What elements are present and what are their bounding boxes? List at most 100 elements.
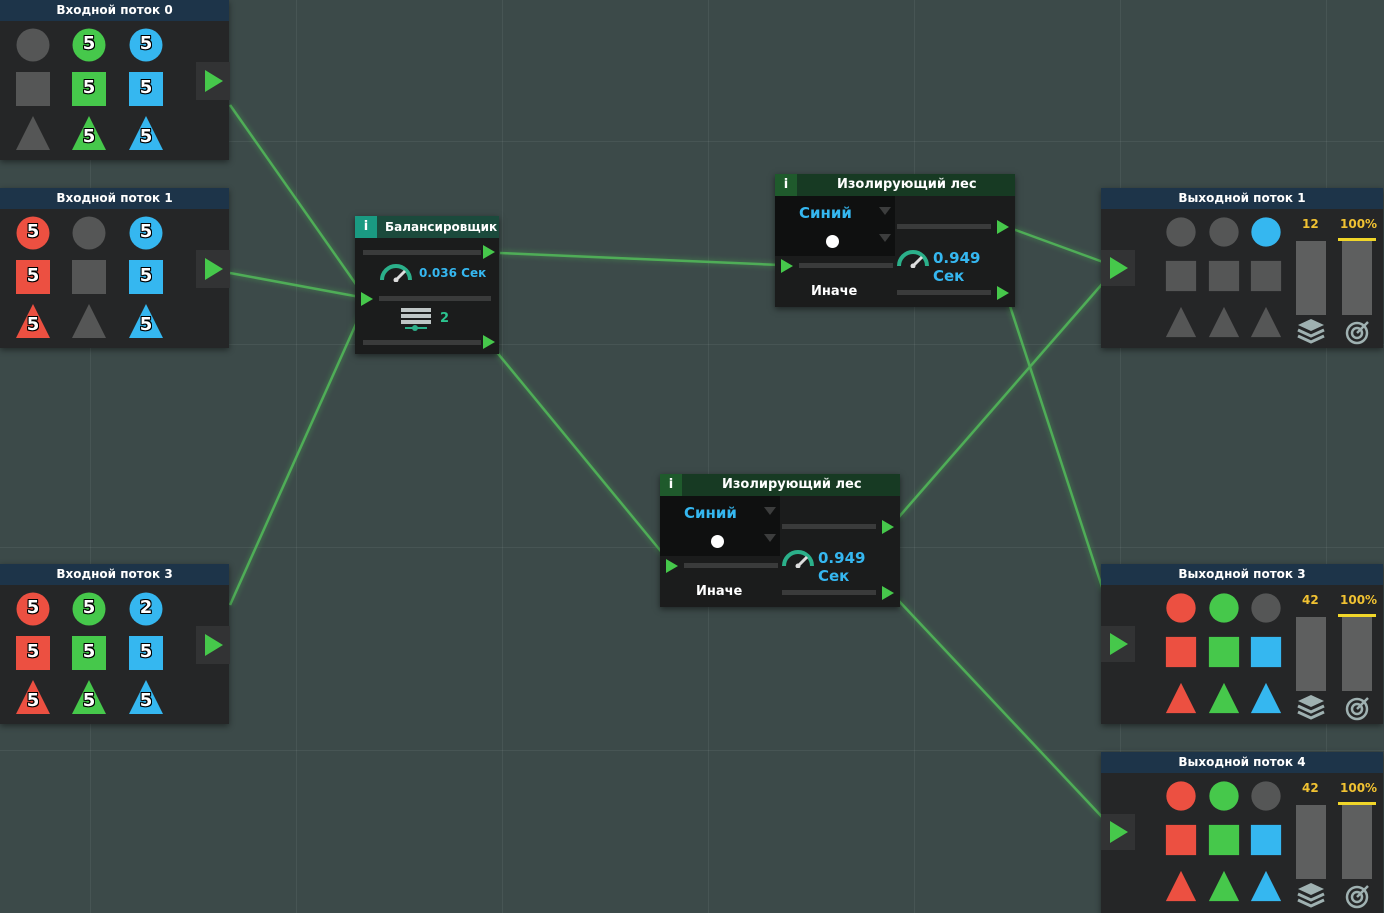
shape-blue-triangle[interactable]: 5: [128, 679, 164, 715]
shape-red-triangle[interactable]: [1165, 682, 1197, 714]
output-port[interactable]: [196, 62, 230, 100]
shape-green-square[interactable]: [1208, 824, 1240, 856]
shape-blue-triangle[interactable]: [1250, 682, 1282, 714]
shape-green-square[interactable]: [1208, 636, 1240, 668]
chevron-down-icon[interactable]: [764, 507, 776, 515]
filter-color-label: Синий: [684, 504, 737, 522]
filter-dropdown[interactable]: Синий: [775, 196, 895, 256]
target-icon[interactable]: [1345, 883, 1371, 909]
filter-color-label: Синий: [799, 204, 852, 222]
stack-layers-icon[interactable]: [1297, 882, 1325, 908]
shape-red-triangle[interactable]: 5: [15, 303, 51, 339]
shape-red-square[interactable]: 5: [15, 635, 51, 671]
output-stream-1[interactable]: Выходной поток 1 12 100%: [1101, 188, 1383, 348]
output-port[interactable]: [196, 626, 230, 664]
shape-green-triangle[interactable]: [1208, 870, 1240, 902]
info-icon[interactable]: i: [775, 174, 797, 196]
shape-blue-triangle[interactable]: 5: [128, 115, 164, 151]
shape-gray-triangle[interactable]: [15, 115, 51, 151]
shape-red-circle[interactable]: [1165, 780, 1197, 812]
shape-gray-circle[interactable]: [1250, 592, 1282, 624]
shape-blue-square[interactable]: [1250, 824, 1282, 856]
shape-gray-square[interactable]: [15, 71, 51, 107]
shape-green-square[interactable]: 5: [71, 71, 107, 107]
target-icon[interactable]: [1345, 695, 1371, 721]
shape-red-circle[interactable]: 5: [15, 215, 51, 251]
input-port[interactable]: [1101, 626, 1135, 662]
play-triangle-icon[interactable]: [997, 220, 1009, 234]
shape-blue-triangle[interactable]: [1250, 870, 1282, 902]
output-stream-4[interactable]: Выходной поток 4 42 100%: [1101, 752, 1383, 913]
filter-dropdown[interactable]: Синий: [660, 496, 780, 556]
shape-red-triangle[interactable]: 5: [15, 679, 51, 715]
shape-gray-triangle[interactable]: [1165, 306, 1197, 338]
balancer-node[interactable]: i Балансировщик 0.036 Сек 2: [355, 216, 499, 354]
input-stream-1[interactable]: Входной поток 1 5 5 5 5 5 5: [0, 188, 230, 348]
shape-green-triangle[interactable]: 5: [71, 115, 107, 151]
shape-green-circle[interactable]: 5: [71, 591, 107, 627]
shape-gray-triangle[interactable]: [1250, 306, 1282, 338]
chevron-down-icon[interactable]: [764, 534, 776, 542]
play-triangle-icon[interactable]: [361, 292, 373, 306]
shape-blue-square[interactable]: [1250, 636, 1282, 668]
shape-red-square[interactable]: [1165, 824, 1197, 856]
chevron-down-icon[interactable]: [879, 207, 891, 215]
shape-gray-circle[interactable]: [71, 215, 107, 251]
shape-gray-square[interactable]: [1250, 260, 1282, 292]
shape-green-circle[interactable]: [1208, 592, 1240, 624]
shape-red-triangle[interactable]: [1165, 870, 1197, 902]
shape-count: 5: [139, 126, 153, 147]
stack-layers-icon[interactable]: [1297, 694, 1325, 720]
output-stream-3[interactable]: Выходной поток 3 42 100%: [1101, 564, 1383, 724]
input-stream-0[interactable]: Входной поток 0 5 5 5 5 5 5: [0, 0, 230, 160]
input-port[interactable]: [1101, 814, 1135, 850]
shape-blue-triangle[interactable]: 5: [128, 303, 164, 339]
shape-green-circle[interactable]: [1208, 780, 1240, 812]
shape-gray-triangle[interactable]: [1208, 306, 1240, 338]
shape-gray-circle[interactable]: [1165, 216, 1197, 248]
shape-green-triangle[interactable]: [1208, 682, 1240, 714]
output-port[interactable]: [196, 250, 230, 288]
shape-red-square[interactable]: [1165, 636, 1197, 668]
shape-blue-circle[interactable]: 5: [128, 27, 164, 63]
forest-header[interactable]: i Изолирующий лес: [775, 174, 1015, 196]
shape-gray-circle[interactable]: [1208, 216, 1240, 248]
shape-blue-circle[interactable]: 5: [128, 215, 164, 251]
shape-red-square[interactable]: 5: [15, 259, 51, 295]
shape-green-square[interactable]: 5: [71, 635, 107, 671]
play-triangle-icon[interactable]: [997, 286, 1009, 300]
input-stream-3[interactable]: Входной поток 3 5 5 2 5 5 5 5 5 5: [0, 564, 230, 724]
shape-gray-square[interactable]: [71, 259, 107, 295]
shape-blue-circle[interactable]: [1250, 216, 1282, 248]
chevron-down-icon[interactable]: [879, 234, 891, 242]
play-triangle-icon[interactable]: [882, 520, 894, 534]
shape-blue-circle[interactable]: 2: [128, 591, 164, 627]
play-triangle-icon[interactable]: [666, 559, 678, 573]
play-triangle-icon[interactable]: [781, 259, 793, 273]
play-triangle-icon[interactable]: [483, 245, 495, 259]
balancer-header[interactable]: i Балансировщик: [355, 216, 499, 238]
shape-green-triangle[interactable]: 5: [71, 679, 107, 715]
shape-gray-circle[interactable]: [15, 27, 51, 63]
shape-gray-square[interactable]: [1165, 260, 1197, 292]
target-icon[interactable]: [1345, 319, 1371, 345]
isolating-forest-node-2[interactable]: i Изолирующий лес Синий 0.949 Сек Иначе: [660, 474, 900, 607]
play-triangle-icon[interactable]: [882, 586, 894, 600]
shape-green-circle[interactable]: 5: [71, 27, 107, 63]
shape-blue-square[interactable]: 5: [128, 635, 164, 671]
info-icon[interactable]: i: [355, 216, 377, 238]
info-icon[interactable]: i: [660, 474, 682, 496]
play-triangle-icon[interactable]: [483, 335, 495, 349]
shape-red-circle[interactable]: 5: [15, 591, 51, 627]
shape-gray-triangle[interactable]: [71, 303, 107, 339]
isolating-forest-node-1[interactable]: i Изолирующий лес Синий 0.949 Сек Иначе: [775, 174, 1015, 307]
input-port[interactable]: [1101, 250, 1135, 286]
play-triangle-icon: [1110, 633, 1128, 655]
shape-gray-circle[interactable]: [1250, 780, 1282, 812]
stack-layers-icon[interactable]: [1297, 318, 1325, 344]
shape-blue-square[interactable]: 5: [128, 259, 164, 295]
shape-gray-square[interactable]: [1208, 260, 1240, 292]
forest-header[interactable]: i Изолирующий лес: [660, 474, 900, 496]
shape-blue-square[interactable]: 5: [128, 71, 164, 107]
shape-red-circle[interactable]: [1165, 592, 1197, 624]
